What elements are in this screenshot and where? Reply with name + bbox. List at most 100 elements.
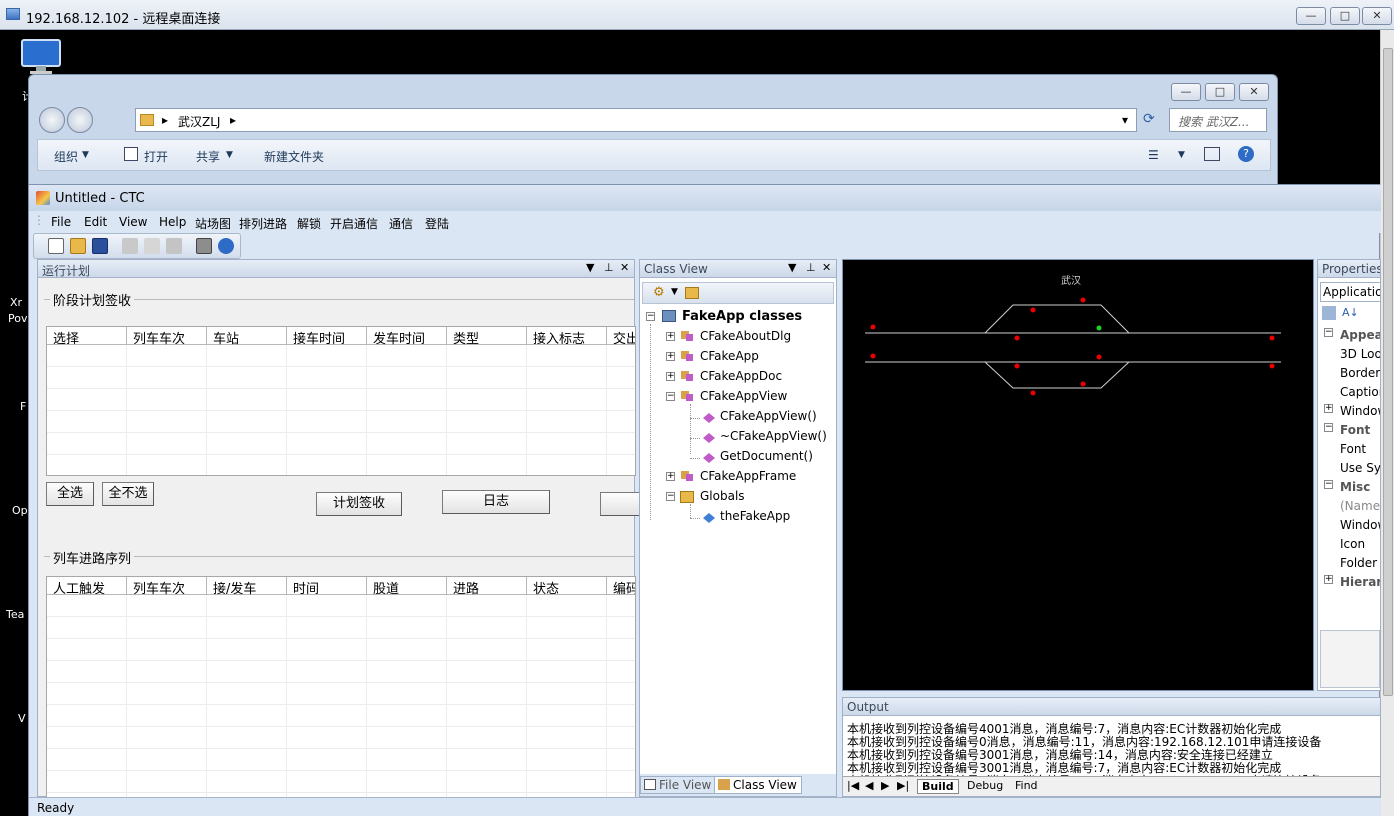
prev-tab-icon[interactable]: ◀ [865, 779, 873, 792]
signal-red[interactable] [1269, 335, 1275, 341]
tree-item[interactable]: CFakeAppFrame [700, 469, 796, 483]
refresh-icon[interactable]: ⟳ [1143, 111, 1155, 127]
column-header[interactable]: 选择 [47, 327, 127, 347]
tree-item[interactable]: GetDocument() [720, 449, 813, 463]
rdp-vertical-scrollbar[interactable] [1380, 30, 1394, 816]
tree-item[interactable]: CFakeAppDoc [700, 369, 782, 383]
signal-red[interactable] [1014, 335, 1020, 341]
alphabetical-icon[interactable]: A↓ [1342, 306, 1359, 319]
share-button[interactable]: 共享 [196, 148, 220, 165]
expand-icon[interactable]: + [1324, 404, 1333, 413]
log-button[interactable]: 日志 [442, 490, 550, 514]
first-tab-icon[interactable]: |◀ [847, 779, 859, 792]
tree-root[interactable]: FakeApp classes [682, 309, 802, 324]
select-all-button[interactable]: 全选 [46, 482, 94, 506]
column-header[interactable]: 股道 [367, 577, 447, 597]
signal-red[interactable] [1096, 354, 1102, 360]
stage-plan-grid-rows[interactable] [47, 345, 635, 475]
station-diagram-view[interactable]: 武汉 [842, 259, 1314, 691]
address-bar[interactable]: ▸ 武汉ZLJ ▸ ▾ [135, 108, 1137, 132]
signal-red[interactable] [1080, 297, 1086, 303]
column-header[interactable]: 类型 [447, 327, 527, 347]
collapse-icon[interactable]: − [666, 392, 675, 401]
column-header[interactable]: 接/发车 [207, 577, 287, 597]
tab-build[interactable]: Build [917, 779, 959, 794]
rdp-close-button[interactable]: ✕ [1362, 7, 1392, 25]
forward-icon[interactable] [67, 107, 93, 133]
tree-item[interactable]: ~CFakeAppView() [720, 429, 827, 443]
paste-icon[interactable] [166, 238, 182, 254]
property-category[interactable]: Appearance [1340, 328, 1380, 342]
menu-view[interactable]: View [119, 215, 147, 229]
menu-arrange-route[interactable]: 排列进路 [239, 215, 287, 232]
explorer-close-button[interactable]: ✕ [1239, 83, 1269, 101]
tree-item[interactable]: Globals [700, 489, 745, 503]
print-icon[interactable] [196, 238, 212, 254]
tree-item[interactable]: theFakeApp [720, 509, 790, 523]
pane-dropdown-icon[interactable]: ▼ [788, 261, 796, 274]
signal-red[interactable] [1269, 363, 1275, 369]
menu-station-diagram[interactable]: 站场图 [195, 215, 231, 232]
menu-unlock[interactable]: 解锁 [297, 215, 321, 232]
cut-icon[interactable] [122, 238, 138, 254]
new-folder-icon[interactable] [685, 287, 699, 299]
expand-icon[interactable]: + [666, 372, 675, 381]
stage-plan-grid[interactable]: 选择 列车车次 车站 接车时间 发车时间 类型 接入标志 交出 [46, 326, 636, 476]
menu-comm[interactable]: 通信 [389, 215, 413, 232]
chevron-down-icon[interactable]: ▼ [671, 287, 678, 297]
tree-item[interactable]: CFakeAppView [700, 389, 787, 403]
expand-icon[interactable]: + [666, 352, 675, 361]
property-row[interactable]: Window [1340, 404, 1380, 418]
column-header[interactable]: 列车车次 [127, 577, 207, 597]
properties-object-select[interactable]: Application [1320, 282, 1380, 302]
rdp-maximize-button[interactable]: □ [1330, 7, 1360, 25]
signal-red[interactable] [870, 324, 876, 330]
pane-dropdown-icon[interactable]: ▼ [586, 261, 594, 274]
collapse-icon[interactable]: − [1324, 423, 1333, 432]
preview-pane-icon[interactable] [1204, 147, 1220, 161]
property-row[interactable]: (Name) [1340, 499, 1380, 513]
column-header[interactable]: 列车车次 [127, 327, 207, 347]
column-header[interactable]: 时间 [287, 577, 367, 597]
pane-close-icon[interactable]: ✕ [822, 261, 831, 274]
expand-icon[interactable]: + [666, 472, 675, 481]
collapse-icon[interactable]: − [646, 312, 655, 321]
chevron-down-icon[interactable]: ▼ [1178, 150, 1185, 160]
expand-icon[interactable]: + [1324, 575, 1333, 584]
property-row[interactable]: Font [1340, 442, 1366, 456]
new-file-icon[interactable] [48, 238, 64, 254]
categorized-icon[interactable] [1322, 306, 1336, 320]
breadcrumb-item[interactable]: 武汉ZLJ [178, 113, 220, 130]
last-tab-icon[interactable]: ▶| [897, 779, 909, 792]
address-dropdown-icon[interactable]: ▾ [1122, 113, 1128, 127]
menu-help[interactable]: Help [159, 215, 186, 229]
siding-track[interactable] [984, 304, 1130, 334]
property-row[interactable]: Icon [1340, 537, 1365, 551]
property-row[interactable]: Border [1340, 366, 1380, 380]
scrollbar-thumb[interactable] [1383, 48, 1393, 696]
help-icon[interactable]: ? [1238, 146, 1254, 162]
menu-file[interactable]: File [51, 215, 71, 229]
pane-close-icon[interactable]: ✕ [620, 261, 629, 274]
organize-button[interactable]: 组织 [54, 148, 78, 165]
tree-item[interactable]: CFakeApp [700, 349, 759, 363]
open-button[interactable]: 打开 [144, 148, 168, 165]
property-row[interactable]: Caption [1340, 385, 1380, 399]
property-row[interactable]: Use System [1340, 461, 1380, 475]
siding-track[interactable] [984, 361, 1130, 389]
collapse-icon[interactable]: − [666, 492, 675, 501]
expand-icon[interactable]: + [666, 332, 675, 341]
extra-button[interactable] [600, 492, 640, 516]
tab-find[interactable]: Find [1015, 779, 1038, 792]
open-folder-icon[interactable] [70, 238, 86, 254]
select-none-button[interactable]: 全不选 [102, 482, 154, 506]
column-header[interactable]: 状态 [527, 577, 607, 597]
search-input[interactable]: 搜索 武汉Z... [1169, 108, 1267, 132]
column-header[interactable]: 交出 [607, 327, 635, 347]
save-icon[interactable] [92, 238, 108, 254]
collapse-icon[interactable]: − [1324, 480, 1333, 489]
signal-red[interactable] [1030, 307, 1036, 313]
column-header[interactable]: 车站 [207, 327, 287, 347]
property-category[interactable]: Hierarchy [1340, 575, 1380, 589]
computer-desktop-icon[interactable] [20, 38, 64, 76]
